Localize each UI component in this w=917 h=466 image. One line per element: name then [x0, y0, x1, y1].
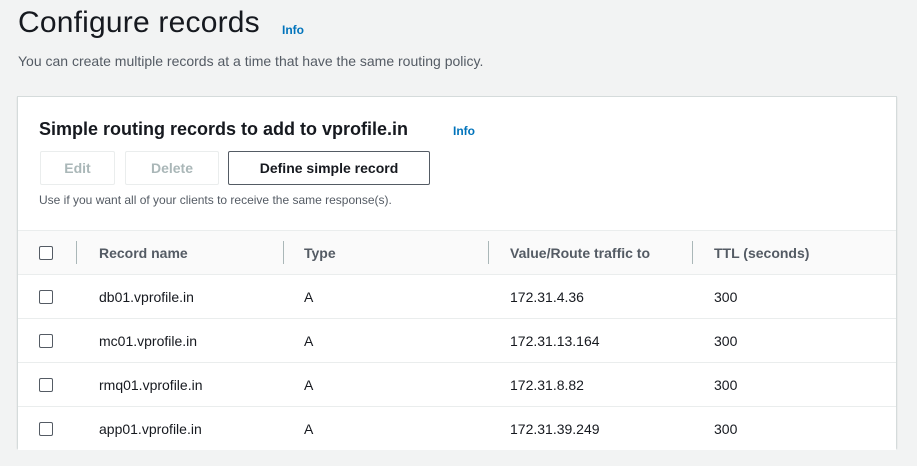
table-row[interactable]: db01.vprofile.in A 172.31.4.36 300: [18, 275, 896, 319]
records-table: Record name Type Value/Route traffic to …: [18, 230, 896, 450]
record-value-cell: 172.31.39.249: [510, 420, 600, 437]
record-type-cell: A: [304, 288, 314, 305]
row-checkbox[interactable]: [39, 421, 53, 436]
record-type-cell: A: [304, 420, 314, 437]
select-all-checkbox[interactable]: [39, 245, 53, 260]
column-header-value[interactable]: Value/Route traffic to: [510, 231, 650, 274]
record-ttl-cell: 300: [714, 332, 738, 349]
column-divider[interactable]: [283, 241, 284, 264]
record-type-cell: A: [304, 332, 314, 349]
column-header-record-name[interactable]: Record name: [99, 231, 188, 274]
record-name-cell: app01.vprofile.in: [99, 420, 202, 437]
panel-title: Simple routing records to add to vprofil…: [39, 119, 409, 139]
column-divider[interactable]: [692, 241, 693, 264]
table-row[interactable]: app01.vprofile.in A 172.31.39.249 300: [18, 407, 896, 450]
record-value-cell: 172.31.13.164: [510, 332, 600, 349]
column-divider[interactable]: [76, 241, 77, 264]
page-title: Configure records: [18, 6, 260, 39]
row-checkbox[interactable]: [39, 377, 53, 392]
table-row[interactable]: mc01.vprofile.in A 172.31.13.164 300: [18, 319, 896, 363]
column-header-ttl[interactable]: TTL (seconds): [714, 231, 809, 274]
delete-button[interactable]: Delete: [125, 151, 219, 185]
table-row[interactable]: rmq01.vprofile.in A 172.31.8.82 300: [18, 363, 896, 407]
row-checkbox[interactable]: [39, 333, 53, 348]
records-panel: Simple routing records to add to vprofil…: [17, 96, 897, 450]
page-subtitle: You can create multiple records at a tim…: [18, 53, 484, 69]
define-simple-record-button[interactable]: Define simple record: [228, 151, 430, 185]
record-name-cell: mc01.vprofile.in: [99, 332, 198, 349]
panel-info-link[interactable]: Info: [453, 124, 475, 138]
table-header: Record name Type Value/Route traffic to …: [18, 230, 896, 275]
helper-text: Use if you want all of your clients to r…: [39, 193, 392, 207]
record-value-cell: 172.31.4.36: [510, 288, 584, 305]
record-ttl-cell: 300: [714, 420, 738, 437]
record-ttl-cell: 300: [714, 288, 738, 305]
column-divider[interactable]: [488, 241, 489, 264]
record-ttl-cell: 300: [714, 376, 738, 393]
record-name-cell: db01.vprofile.in: [99, 288, 194, 305]
column-header-type[interactable]: Type: [304, 231, 336, 274]
title-info-link[interactable]: Info: [282, 23, 304, 37]
row-checkbox[interactable]: [39, 289, 53, 304]
edit-button[interactable]: Edit: [40, 151, 115, 185]
record-value-cell: 172.31.8.82: [510, 376, 584, 393]
record-type-cell: A: [304, 376, 314, 393]
record-name-cell: rmq01.vprofile.in: [99, 376, 203, 393]
